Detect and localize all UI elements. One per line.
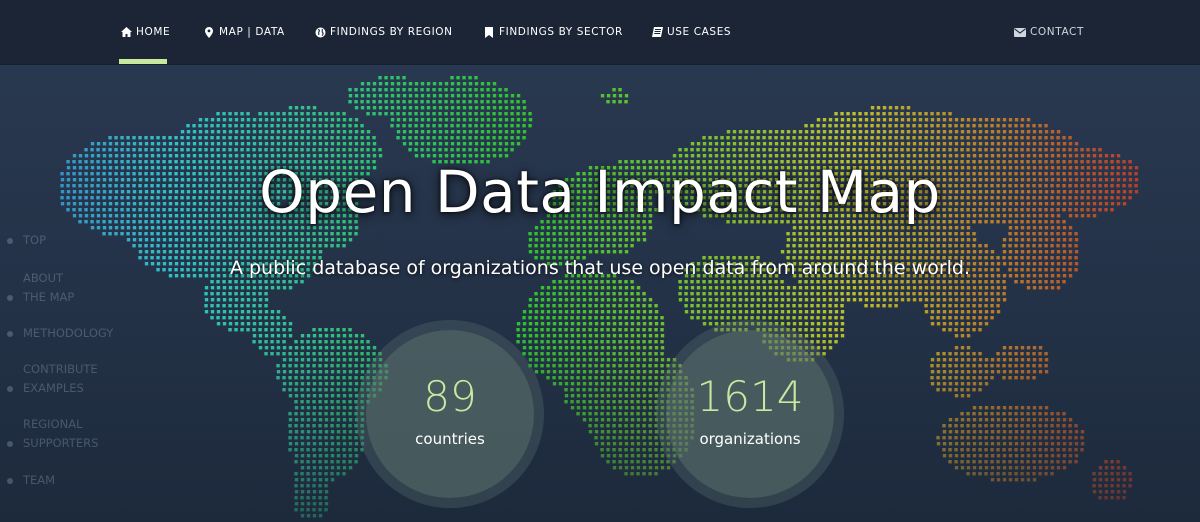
nav-item-label: HOME	[136, 26, 171, 38]
side-nav-label: EXAMPLES	[23, 381, 84, 395]
side-nav-label-group: REGIONAL SUPPORTERS	[23, 415, 98, 453]
top-nav: HOME MAP | DATA FINDINGS BY REGION FINDI…	[0, 0, 1200, 65]
side-nav-label: CONTRIBUTE	[23, 362, 98, 376]
nav-item-label: FINDINGS BY SECTOR	[499, 26, 623, 38]
side-nav-item-regional-supporters[interactable]: REGIONAL SUPPORTERS	[7, 415, 98, 453]
nav-item-label: MAP | DATA	[219, 26, 285, 38]
side-nav-dot	[7, 237, 13, 244]
stat-value: 1614	[696, 372, 804, 421]
side-nav-label: SUPPORTERS	[23, 436, 99, 450]
side-nav-item-contribute-examples[interactable]: CONTRIBUTE EXAMPLES	[7, 360, 98, 398]
dotted-world-map	[60, 76, 1139, 518]
side-nav-dot	[7, 440, 13, 447]
stat-value: 89	[423, 372, 477, 421]
side-nav-label: METHODOLOGY	[23, 326, 114, 340]
side-nav-item-team[interactable]: TEAM	[7, 471, 55, 490]
stat-label: countries	[415, 430, 485, 448]
stat-organizations: 1614 organizations	[666, 330, 834, 498]
map-marker-icon	[203, 26, 215, 38]
active-nav-indicator	[119, 59, 167, 64]
book-icon	[651, 26, 663, 38]
envelope-icon	[1014, 26, 1026, 38]
nav-item-findings-by-region[interactable]: FINDINGS BY REGION	[314, 0, 453, 64]
side-nav-item-top[interactable]: TOP	[7, 231, 46, 250]
bookmark-icon	[483, 26, 495, 38]
nav-item-contact[interactable]: CONTACT	[1014, 0, 1084, 64]
side-nav-dot	[7, 294, 13, 301]
home-icon	[120, 26, 132, 38]
side-nav-label: THE MAP	[23, 290, 75, 304]
nav-item-label: FINDINGS BY REGION	[330, 26, 453, 38]
side-nav-item-methodology[interactable]: METHODOLOGY	[7, 324, 113, 343]
nav-item-use-cases[interactable]: USE CASES	[651, 0, 731, 64]
nav-item-home[interactable]: HOME	[120, 0, 170, 64]
side-nav-dot	[7, 477, 13, 484]
side-nav-label: TEAM	[23, 473, 56, 487]
nav-item-findings-by-sector[interactable]: FINDINGS BY SECTOR	[483, 0, 623, 64]
side-nav-label-group: CONTRIBUTE EXAMPLES	[23, 360, 98, 398]
side-nav-label: TOP	[23, 233, 47, 247]
globe-icon	[314, 26, 326, 38]
stat-countries: 89 countries	[366, 330, 534, 498]
side-nav-label: REGIONAL	[23, 417, 83, 431]
nav-item-label: CONTACT	[1030, 26, 1084, 38]
side-nav-dot	[7, 330, 13, 337]
nav-item-label: USE CASES	[667, 26, 732, 38]
nav-item-map-data[interactable]: MAP | DATA	[203, 0, 285, 64]
side-nav-dot	[7, 385, 13, 392]
stat-label: organizations	[699, 430, 801, 448]
hero-title: Open Data Impact Map	[259, 158, 941, 226]
hero-subtitle: A public database of organizations that …	[229, 257, 971, 279]
